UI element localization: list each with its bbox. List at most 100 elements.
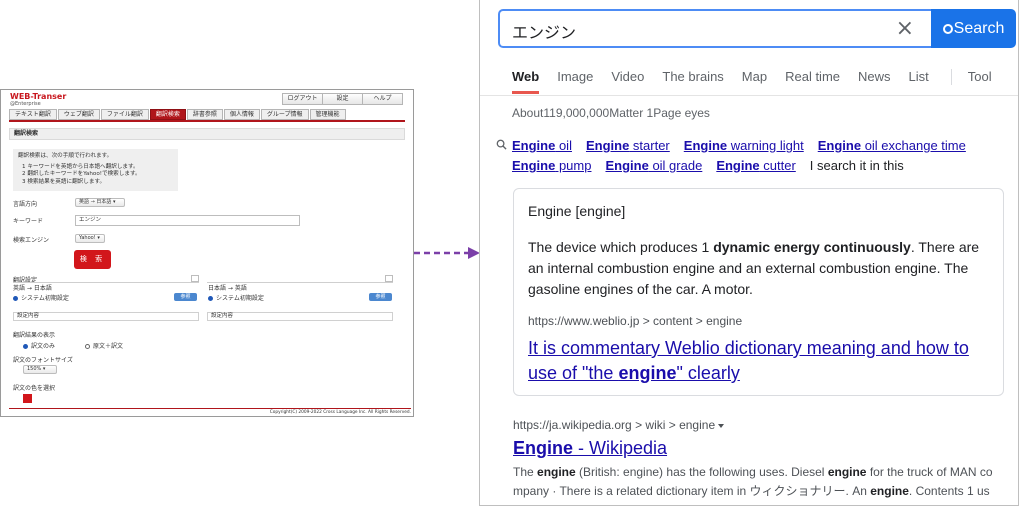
lang-dir-select[interactable]: 英語 → 日本語 ▾: [75, 198, 125, 207]
snip-bold: engine: [827, 465, 867, 479]
app-logo-subtitle: @Enterprise: [10, 101, 41, 107]
lang-dir-label: 言語方向: [13, 201, 38, 208]
settings-content-right[interactable]: 設定内容: [207, 312, 393, 321]
keyword-label: キーワード: [13, 218, 44, 225]
logout-button[interactable]: ログアウト: [282, 93, 323, 105]
collapse-toggle[interactable]: [191, 275, 199, 282]
tab-admin[interactable]: 管理機能: [309, 109, 346, 120]
tab-video[interactable]: Video: [611, 69, 644, 85]
system-default-label: システム初期設定: [216, 295, 264, 302]
radio-selected: [13, 296, 18, 301]
snip-text: for the truck of MAN co: [866, 465, 993, 479]
dictionary-card: Engine [engine] The device which produce…: [513, 188, 1004, 396]
tab-personal-info[interactable]: 個人情報: [223, 109, 260, 120]
related-link-bold: Engine: [605, 158, 649, 173]
related-link[interactable]: Engine warning light: [684, 138, 804, 153]
engine-value: Yahoo!: [79, 235, 96, 241]
search-button[interactable]: 検 索: [74, 250, 111, 269]
system-default-option-ja[interactable]: システム初期設定: [208, 293, 264, 302]
tab-translation-search[interactable]: 翻訳検索: [149, 109, 186, 120]
tab-news[interactable]: News: [858, 69, 891, 85]
tab-dictionary[interactable]: 辞書参照: [186, 109, 223, 120]
search-result: https://ja.wikipedia.org > wiki > engine…: [513, 418, 1013, 501]
radio-selected: [23, 344, 28, 349]
card-title-text: " clearly: [676, 363, 740, 383]
radio-selected: [208, 296, 213, 301]
color-swatch[interactable]: [23, 394, 32, 403]
opt-source-plus-label: 原文＋訳文: [93, 343, 124, 350]
section-title: 翻訳検索: [9, 128, 405, 140]
info-line: 1 キーワードを英語から日本語へ翻訳します。: [22, 163, 139, 170]
card-title-link[interactable]: It is commentary Weblio dictionary meani…: [528, 336, 989, 386]
snippet-line: The engine (British: engine) has the fol…: [513, 463, 1013, 482]
settings-button[interactable]: 設定: [322, 93, 363, 105]
keyword-input[interactable]: エンジン: [75, 215, 300, 226]
result-title-link[interactable]: Engine - Wikipedia: [513, 438, 1013, 459]
settings-content-label: 設定内容: [17, 313, 40, 319]
search-button-label: Search: [953, 20, 1005, 37]
related-plain-text: I search it in this: [809, 158, 904, 173]
related-link-bold: Engine: [585, 138, 630, 153]
tab-web[interactable]: Web: [512, 69, 540, 94]
related-link[interactable]: Engine oil exchange time: [818, 138, 966, 153]
info-line: 3 検索結果を英語に翻訳します。: [22, 178, 106, 185]
search-input[interactable]: エンジン ×: [498, 9, 932, 48]
tab-real-time[interactable]: Real time: [785, 69, 840, 85]
tab-the-brains[interactable]: The brains: [662, 69, 723, 85]
snip-text: mpany · There is a related dictionary it…: [513, 484, 871, 498]
search-button[interactable]: Search: [931, 9, 1016, 48]
tab-image[interactable]: Image: [557, 69, 593, 85]
clear-icon[interactable]: ×: [896, 16, 914, 42]
system-default-option-en[interactable]: システム初期設定: [13, 293, 69, 302]
tab-map[interactable]: Map: [742, 69, 767, 85]
tab-divider: [950, 69, 952, 85]
result-url-text: https://ja.wikipedia.org > wiki > engine: [513, 418, 716, 432]
related-link[interactable]: Engine starter: [586, 138, 670, 153]
engine-select[interactable]: Yahoo! ▾: [75, 234, 105, 243]
related-link-rest: oil grade: [648, 158, 703, 173]
related-link[interactable]: Engine cutter: [716, 158, 795, 173]
tab-file-translation[interactable]: ファイル翻訳: [100, 109, 149, 120]
ref-button-ja[interactable]: 参照: [369, 293, 392, 301]
opt-source-plus[interactable]: 原文＋訳文: [85, 341, 123, 350]
related-row: Engine pump Engine oil grade Engine cutter…: [496, 156, 1006, 176]
top-buttons: ログアウト 設定 ヘルプ: [282, 93, 403, 105]
help-button[interactable]: ヘルプ: [362, 93, 403, 105]
result-url: https://ja.wikipedia.org > wiki > engine: [513, 418, 1013, 432]
pair-ja-en-label: 日本語 → 英語: [208, 285, 247, 292]
search-query: エンジン: [512, 23, 577, 42]
snip-bold: engine: [870, 484, 909, 498]
related-link[interactable]: Engine oil: [512, 138, 572, 153]
related-searches: Engine oil Engine starter Engine warning l…: [496, 136, 1006, 176]
settings-content-left[interactable]: 設定内容: [13, 312, 199, 321]
tab-group-info[interactable]: グループ情報: [260, 109, 309, 120]
engine-label: 検索エンジン: [13, 237, 50, 244]
tab-text-translation[interactable]: テキスト翻訳: [9, 109, 57, 120]
font-size-label: 訳文のフォントサイズ: [13, 357, 73, 364]
font-size-select[interactable]: 150% ▾: [23, 365, 57, 374]
trans-settings-panel-right: [207, 275, 393, 283]
opt-translation-only[interactable]: 訳文のみ: [23, 341, 55, 350]
related-link-rest: starter: [629, 138, 670, 153]
result-title-bold: Engine: [513, 438, 574, 458]
related-link-bold: Engine: [512, 158, 556, 173]
tab-web-translation[interactable]: ウェブ翻訳: [57, 109, 100, 120]
chevron-down-icon[interactable]: [718, 424, 725, 428]
related-link-rest: pump: [555, 158, 592, 173]
related-link-bold: Engine: [716, 158, 760, 173]
related-link[interactable]: Engine oil grade: [605, 158, 702, 173]
radio-unselected: [85, 344, 90, 349]
ref-button-en[interactable]: 参照: [174, 293, 197, 301]
card-definition: The device which produces 1 dynamic ener…: [528, 237, 989, 300]
related-row: Engine oil Engine starter Engine warning l…: [496, 136, 1006, 156]
related-link[interactable]: Engine pump: [512, 158, 591, 173]
related-link-bold: Engine: [512, 138, 556, 153]
card-title-bold: engine: [618, 363, 677, 383]
tab-tool[interactable]: Tool: [968, 69, 992, 85]
trans-settings-panel-left: [13, 275, 199, 283]
tab-list[interactable]: List: [909, 69, 929, 85]
arrow-right-icon: [414, 247, 480, 259]
collapse-toggle[interactable]: [385, 275, 393, 282]
snip-text: The: [513, 465, 538, 479]
info-line: 翻訳検索は、次の手順で行われます。: [18, 153, 113, 159]
